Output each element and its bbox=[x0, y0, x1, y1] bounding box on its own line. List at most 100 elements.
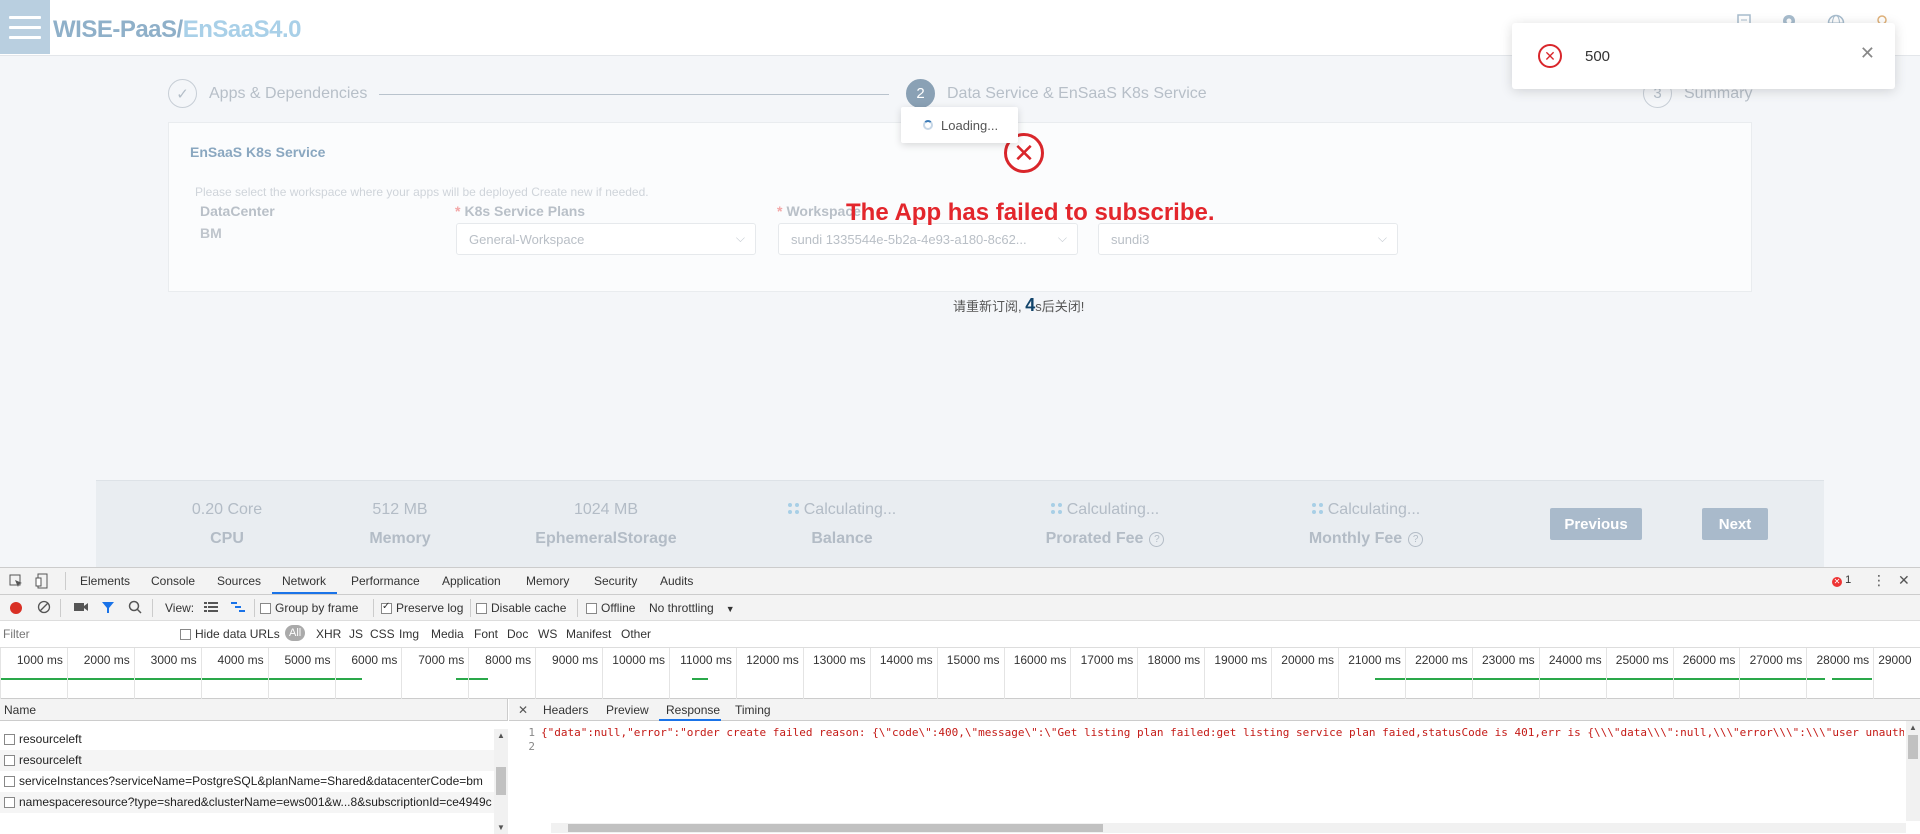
filter-type-all[interactable]: All bbox=[285, 625, 306, 641]
waterfall-view-icon[interactable] bbox=[231, 601, 245, 616]
tab-headers[interactable]: Headers bbox=[543, 703, 588, 717]
scrollbar-thumb[interactable] bbox=[496, 767, 506, 795]
group-by-frame-label: Group by frame bbox=[275, 601, 359, 615]
timeline-tick-label: 29000 bbox=[1878, 653, 1912, 667]
timeline-tick: 13000 ms bbox=[802, 648, 870, 699]
timeline-tick: 3000 ms bbox=[133, 648, 201, 699]
scroll-up-icon[interactable]: ▲ bbox=[1909, 723, 1917, 732]
filter-type-xhr[interactable]: XHR bbox=[316, 627, 341, 641]
response-scrollbar[interactable]: ▲ bbox=[1906, 721, 1920, 821]
tab-console[interactable]: Console bbox=[151, 574, 195, 588]
scroll-up-icon[interactable]: ▲ bbox=[497, 731, 505, 740]
tab-elements[interactable]: Elements bbox=[80, 574, 130, 588]
loading-popup: Loading... bbox=[901, 107, 1018, 143]
search-icon[interactable] bbox=[128, 600, 142, 617]
scroll-down-icon[interactable]: ▼ bbox=[497, 823, 505, 832]
hide-data-urls-label: Hide data URLs bbox=[195, 627, 280, 641]
previous-button[interactable]: Previous bbox=[1550, 508, 1642, 540]
scrollbar-thumb[interactable] bbox=[1908, 735, 1918, 759]
record-icon[interactable] bbox=[10, 602, 22, 614]
help-icon[interactable]: ? bbox=[1149, 532, 1165, 547]
group-by-frame-checkbox[interactable]: Group by frame bbox=[260, 601, 358, 615]
filter-input[interactable] bbox=[3, 625, 165, 643]
more-options-icon[interactable]: ⋮ bbox=[1872, 572, 1886, 589]
app-logo[interactable]: WISE-PaaS/EnSaaS4.0 bbox=[53, 16, 301, 44]
error-icon: ✕ bbox=[1538, 44, 1562, 68]
timeline-tick: 21000 ms bbox=[1338, 648, 1405, 699]
request-name: resourceleft bbox=[19, 753, 82, 767]
help-icon[interactable]: ? bbox=[1408, 532, 1424, 547]
namespace-select[interactable]: sundi3 ⌵ bbox=[1098, 223, 1398, 255]
menu-icon[interactable] bbox=[0, 0, 50, 54]
active-tab-indicator bbox=[659, 719, 721, 721]
tab-audits[interactable]: Audits bbox=[660, 574, 693, 588]
request-name: namespaceresource?type=shared&clusterNam… bbox=[19, 795, 492, 809]
preserve-log-label: Preserve log bbox=[396, 601, 464, 615]
tab-timing[interactable]: Timing bbox=[735, 703, 771, 717]
close-devtools-icon[interactable]: ✕ bbox=[1898, 572, 1910, 589]
filter-icon[interactable] bbox=[101, 601, 115, 617]
request-row[interactable]: serviceInstances?serviceName=PostgreSQL&… bbox=[0, 771, 494, 792]
inspect-element-icon[interactable] bbox=[9, 574, 23, 591]
close-icon[interactable]: ✕ bbox=[1860, 43, 1875, 64]
scrollbar-thumb[interactable] bbox=[568, 824, 1103, 832]
tab-response[interactable]: Response bbox=[666, 703, 720, 717]
error-badge-icon: ✕ bbox=[1832, 577, 1842, 587]
balance-label: Balance bbox=[811, 530, 873, 547]
network-toolbar: View: Group by frame Preserve log Disabl… bbox=[0, 595, 1920, 621]
filter-type-doc[interactable]: Doc bbox=[507, 627, 528, 641]
requests-list: resourceleft resourceleft serviceInstanc… bbox=[0, 729, 508, 834]
filter-type-css[interactable]: CSS bbox=[370, 627, 395, 641]
error-counter[interactable]: ✕ 1 bbox=[1832, 574, 1851, 587]
datacenter-label: DataCenter bbox=[200, 203, 275, 219]
timeline-tick-label: 25000 ms bbox=[1615, 653, 1669, 667]
step-data-service[interactable]: 2 Data Service & EnSaaS K8s Service bbox=[906, 79, 1207, 108]
disable-cache-checkbox[interactable]: Disable cache bbox=[476, 601, 566, 615]
offline-checkbox[interactable]: Offline bbox=[586, 601, 635, 615]
countdown-prefix: 请重新订阅, bbox=[953, 299, 1022, 314]
clear-icon[interactable] bbox=[37, 600, 51, 617]
throttling-select[interactable]: No throttling ▼ bbox=[649, 601, 735, 615]
tab-network[interactable]: Network bbox=[282, 574, 326, 588]
filter-type-ws[interactable]: WS bbox=[538, 627, 557, 641]
filter-type-other[interactable]: Other bbox=[621, 627, 651, 641]
timeline-tick-label: 9000 ms bbox=[552, 653, 599, 667]
plans-select[interactable]: General-Workspace ⌵ bbox=[456, 223, 756, 255]
hide-data-urls-checkbox[interactable]: Hide data URLs bbox=[180, 627, 280, 641]
prorated-label: Prorated Fee? bbox=[1020, 530, 1190, 548]
list-view-icon[interactable] bbox=[204, 601, 218, 616]
filter-type-img[interactable]: Img bbox=[399, 627, 419, 641]
step-apps-dependencies[interactable]: ✓ Apps & Dependencies bbox=[168, 79, 367, 108]
preserve-log-checkbox[interactable]: Preserve log bbox=[381, 601, 463, 615]
workspace-select[interactable]: sundi 1335544e-5b2a-4e93-a180-8c62... ⌵ bbox=[778, 223, 1078, 255]
filter-type-font[interactable]: Font bbox=[474, 627, 498, 641]
monthly-value: Calculating... bbox=[1281, 501, 1451, 525]
camera-icon[interactable] bbox=[73, 601, 89, 616]
request-row[interactable]: resourceleft bbox=[0, 750, 494, 771]
filter-type-media[interactable]: Media bbox=[431, 627, 464, 641]
network-timeline-overview[interactable]: 1000 ms 2000 ms 3000 ms 4000 ms 5000 ms 6000 … bbox=[0, 648, 1920, 699]
device-toolbar-icon[interactable] bbox=[35, 573, 49, 592]
divider bbox=[373, 599, 374, 617]
request-row[interactable]: namespaceresource?type=shared&clusterNam… bbox=[0, 792, 494, 813]
balance-value-text: Calculating... bbox=[803, 501, 897, 518]
filter-type-manifest[interactable]: Manifest bbox=[566, 627, 611, 641]
tab-memory[interactable]: Memory bbox=[526, 574, 569, 588]
next-button[interactable]: Next bbox=[1702, 508, 1768, 540]
filter-type-js[interactable]: JS bbox=[349, 627, 363, 641]
tab-preview[interactable]: Preview bbox=[606, 703, 649, 717]
tab-performance[interactable]: Performance bbox=[351, 574, 420, 588]
timeline-tick-label: 28000 ms bbox=[1816, 653, 1870, 667]
requests-header[interactable]: Name bbox=[0, 699, 508, 721]
response-horizontal-scrollbar[interactable] bbox=[551, 823, 1906, 833]
tab-security[interactable]: Security bbox=[594, 574, 637, 588]
tab-sources[interactable]: Sources bbox=[217, 574, 261, 588]
timeline-tick: 14000 ms bbox=[869, 648, 937, 699]
balance-value: Calculating... bbox=[757, 501, 927, 525]
request-row[interactable]: resourceleft bbox=[0, 729, 494, 750]
summary-memory: 512 MB Memory bbox=[315, 501, 485, 548]
requests-scrollbar[interactable]: ▲ ▼ bbox=[494, 729, 508, 834]
tab-application[interactable]: Application bbox=[442, 574, 501, 588]
timeline-tick: 10000 ms bbox=[602, 648, 669, 699]
close-detail-icon[interactable]: ✕ bbox=[518, 703, 528, 717]
